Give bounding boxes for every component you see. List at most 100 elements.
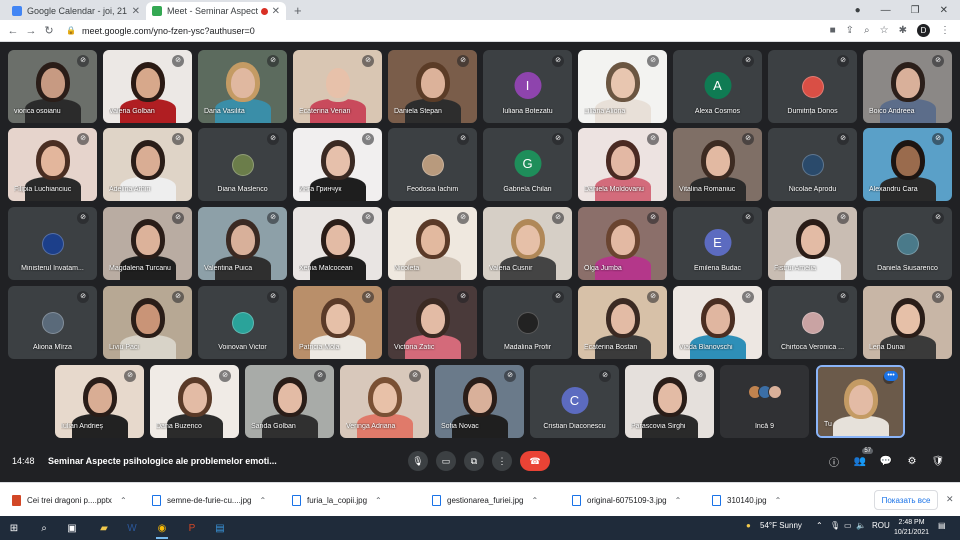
participant-tile[interactable]: A ⊘ Alexa Cosmos — [673, 50, 762, 123]
windows-start-icon[interactable]: ⊞ — [6, 520, 22, 536]
participant-tile[interactable]: ⊘ Alexandru Cara — [863, 128, 952, 201]
participant-tile[interactable]: ⊘ Diana Maslenco — [198, 128, 287, 201]
download-item[interactable]: original-6075109-3.jpg ⌃ — [572, 492, 681, 508]
language-indicator[interactable]: ROU — [872, 521, 890, 530]
participant-tile[interactable]: C ⊘ Cristian Diaconescu — [530, 365, 619, 438]
participant-tile[interactable]: ⊘ Daniela Siusarenco — [863, 207, 952, 280]
close-window-button[interactable]: ✕ — [940, 5, 948, 16]
participant-tile[interactable]: ⊘ Magdalena Turcanu — [103, 207, 192, 280]
participant-tile[interactable]: ⊘ Valentina Puica — [198, 207, 287, 280]
participant-tile[interactable]: ⊘ Valeria Cusnir — [483, 207, 572, 280]
forward-button[interactable]: → — [22, 25, 40, 37]
participant-tile[interactable]: ⊘ Lena Dunai — [863, 286, 952, 359]
activities-button[interactable]: ⚙ — [904, 453, 920, 469]
participant-tile[interactable]: ⊘ Liviu Paci — [103, 286, 192, 359]
participant-tile[interactable]: ⊘ Victoria Zatic — [388, 286, 477, 359]
download-item[interactable]: semne-de-furie-cu....jpg ⌃ — [152, 492, 266, 508]
participant-tile[interactable]: ⊘ Dumitrița Donos — [768, 50, 857, 123]
participant-tile[interactable]: ⊘ Ministerul Invatam... — [8, 207, 97, 280]
zoom-icon[interactable]: ⌕ — [864, 25, 870, 36]
menu-icon[interactable]: ⋮ — [940, 25, 950, 36]
url-field[interactable]: 🔒 meet.google.com/yno-fzen-ysc?authuser=… — [66, 23, 830, 39]
chevron-up-icon[interactable]: ⌃ — [375, 496, 382, 505]
extensions-icon[interactable]: ✱ — [899, 25, 907, 36]
participant-tile[interactable]: ⊘ Nicolae Aprodu — [768, 128, 857, 201]
meeting-details-button[interactable]: ⓘ — [826, 453, 842, 469]
self-view-tile[interactable]: ⊘•••Tu — [816, 365, 905, 438]
camera-icon[interactable]: ■ — [830, 25, 836, 36]
participant-tile[interactable]: G ⊘ Gabriela Chilari — [483, 128, 572, 201]
participant-tile[interactable]: ⊘ Iulian Andrieș — [55, 365, 144, 438]
participant-tile[interactable]: ⊘ Ecaterina Verian — [293, 50, 382, 123]
back-button[interactable]: ← — [4, 25, 22, 37]
search-icon[interactable]: ⌕ — [36, 520, 52, 536]
weather-text[interactable]: 54°F Sunny — [760, 521, 802, 530]
lock-icon[interactable]: 🔒 — [66, 26, 76, 35]
participant-tile[interactable]: ⊘ Xenia Malcocean — [293, 207, 382, 280]
participant-tile[interactable]: ⊘ Chirtoca Veronica ... — [768, 286, 857, 359]
more-options-icon[interactable]: ••• — [884, 371, 898, 381]
chevron-up-icon[interactable]: ⌃ — [120, 496, 127, 505]
microphone-button[interactable]: 🎙 — [408, 451, 428, 471]
word-icon[interactable]: W — [124, 520, 140, 536]
tab-google-calendar[interactable]: Google Calendar - joi, 21 octombrie ✕ — [6, 2, 146, 20]
participant-tile[interactable]: ⊘ Veringa Adriana — [340, 365, 429, 438]
minimize-button[interactable]: — — [881, 5, 891, 16]
participant-tile[interactable]: ⊘ Инга Гринчук — [293, 128, 382, 201]
participant-tile[interactable]: ⊘ Boico Andreea — [863, 50, 952, 123]
participant-tile[interactable]: ⊘ Dana Buzenco — [150, 365, 239, 438]
tray-arrow-icon[interactable]: ⌃ — [816, 521, 823, 530]
people-button[interactable]: 👥 57 — [852, 448, 873, 469]
download-item[interactable]: 310140.jpg ⌃ — [712, 492, 781, 508]
participant-tile[interactable]: ⊘ Filipia Luchianciuc — [8, 128, 97, 201]
participant-tile[interactable]: ⊘ Daniela Moldovanu — [578, 128, 667, 201]
more-options-button[interactable]: ⋮ — [492, 451, 512, 471]
download-item[interactable]: Cei trei dragoni p....pptx ⌃ — [12, 492, 127, 508]
powerpoint-icon[interactable]: P — [184, 520, 200, 536]
task-view-icon[interactable]: ▣ — [64, 520, 80, 536]
weather-icon[interactable]: ● — [746, 521, 751, 530]
download-item[interactable]: gestionarea_furiei.jpg ⌃ — [432, 492, 538, 508]
participant-tile[interactable]: I ⊘ Iuliana Botezatu — [483, 50, 572, 123]
participant-tile[interactable]: ⊘ Voinovan Victor — [198, 286, 287, 359]
notifications-icon[interactable]: ▤ — [938, 521, 946, 530]
participant-tile[interactable]: ⊘ Daniela Stepan — [388, 50, 477, 123]
participant-tile[interactable]: ⊘ Nicoleta — [388, 207, 477, 280]
chevron-up-icon[interactable]: ⌃ — [775, 496, 782, 505]
close-icon[interactable]: ✕ — [272, 6, 280, 17]
participant-tile[interactable]: ⊘ Vitalina Romaniuc — [673, 128, 762, 201]
app-icon[interactable]: ▤ — [212, 520, 228, 536]
volume-icon[interactable]: 🔈 — [856, 521, 866, 530]
participant-tile[interactable]: ⊘ Aliona Mîrza — [8, 286, 97, 359]
file-explorer-icon[interactable]: ▰ — [96, 520, 112, 536]
participant-tile[interactable]: ⊘ Liliana Aliona — [578, 50, 667, 123]
show-all-downloads-button[interactable]: Показать все — [874, 490, 938, 510]
share-icon[interactable]: ⇪ — [846, 25, 854, 36]
participant-tile[interactable]: ⊘ Dana Vasilita — [198, 50, 287, 123]
microphone-tray-icon[interactable]: 🎙 — [830, 521, 840, 530]
chrome-icon[interactable]: ◉ — [154, 520, 170, 539]
network-icon[interactable]: ▭ — [844, 521, 852, 530]
media-control-icon[interactable]: ● — [855, 5, 861, 16]
participant-tile[interactable]: ⊘ Sanda Golban — [245, 365, 334, 438]
participant-tile[interactable]: E ⊘ Emilena Budac — [673, 207, 762, 280]
close-shelf-icon[interactable]: ✕ — [946, 494, 954, 505]
reload-button[interactable]: ↻ — [40, 24, 58, 37]
participant-tile[interactable]: ⊘ Feodosia Iachim — [388, 128, 477, 201]
leave-call-button[interactable]: ☎ — [520, 451, 550, 471]
chevron-up-icon[interactable]: ⌃ — [259, 496, 266, 505]
participant-tile[interactable]: ⊘ Ecaterina Bostan — [578, 286, 667, 359]
maximize-button[interactable]: ❐ — [911, 5, 920, 16]
camera-button[interactable]: ▭ — [436, 451, 456, 471]
participant-tile[interactable]: ⊘ viorica osoianu — [8, 50, 97, 123]
participant-tile[interactable]: ⊘ Fistrui Amelia — [768, 207, 857, 280]
participant-tile[interactable]: ⊘ Sofia Novac — [435, 365, 524, 438]
more-participants-tile[interactable]: Încă 9 — [720, 365, 809, 438]
participant-tile[interactable]: ⊘ Viada Blanovschi — [673, 286, 762, 359]
bookmark-star-icon[interactable]: ☆ — [880, 25, 889, 36]
participant-tile[interactable]: ⊘ Patricia Mola — [293, 286, 382, 359]
present-screen-button[interactable]: ⧉ — [464, 451, 484, 471]
download-item[interactable]: furia_la_copii.jpg ⌃ — [292, 492, 382, 508]
tab-google-meet[interactable]: Meet - Seminar Aspecte psih... ✕ — [146, 2, 286, 20]
chat-button[interactable]: 💬 — [878, 453, 894, 469]
